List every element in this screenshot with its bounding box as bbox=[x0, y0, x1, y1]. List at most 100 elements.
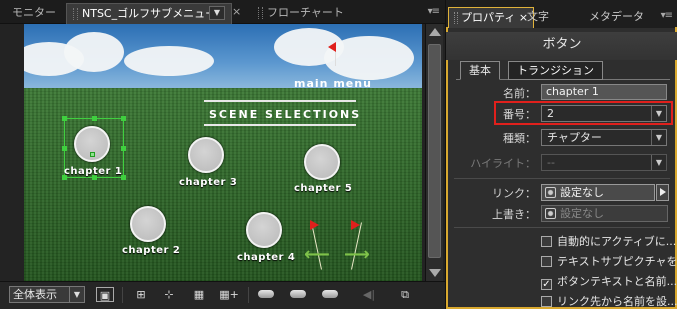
flag-icon bbox=[351, 220, 360, 230]
cloud bbox=[64, 32, 124, 72]
zoom-select-value: 全体表示 bbox=[13, 288, 57, 301]
chapter-3-label: chapter 3 bbox=[179, 177, 238, 188]
divider bbox=[122, 287, 123, 303]
number-label: 番号： bbox=[503, 108, 536, 121]
type-label: 種類： bbox=[503, 132, 536, 145]
editor-bottom-toolbar: 全体表示 ▼ ▣ ⊞ ⊹ ▦ ▦+ ◀| ⧉ bbox=[0, 281, 445, 309]
link-target-icon bbox=[545, 187, 556, 198]
flag-icon bbox=[310, 220, 319, 230]
chevron-down-icon: ▼ bbox=[651, 130, 666, 145]
tab-flowchart[interactable]: フローチャート bbox=[252, 3, 350, 24]
chapter-4-button[interactable] bbox=[246, 212, 282, 248]
name-field[interactable]: chapter 1 bbox=[541, 84, 667, 100]
grip-icon bbox=[73, 8, 78, 20]
next-arrow-icon[interactable]: ⟶ bbox=[344, 244, 370, 265]
link-label: リンク： bbox=[492, 187, 536, 200]
chapter-3-button[interactable] bbox=[188, 137, 224, 173]
scroll-thumb[interactable] bbox=[428, 44, 441, 258]
link-field[interactable]: 設定なし bbox=[541, 184, 655, 201]
override-field-value: 設定なし bbox=[560, 207, 604, 220]
menu-preview-canvas[interactable]: main menu SCENE SELECTIONS chapter 1 cha… bbox=[24, 24, 422, 281]
grid-add-icon[interactable]: ▦+ bbox=[218, 287, 240, 302]
resize-handle[interactable] bbox=[62, 146, 67, 151]
panel-menu-icon[interactable]: ▾≡ bbox=[428, 6, 440, 17]
editor-tab-bar: モニター NTSC_ゴルフサブメニュー ▼ × フローチャート ▾≡ bbox=[0, 0, 445, 24]
resize-handle[interactable] bbox=[121, 146, 126, 151]
previous-arrow-icon[interactable]: ⟵ bbox=[304, 244, 330, 265]
tab-text[interactable]: 文字 bbox=[522, 7, 554, 28]
divider bbox=[454, 227, 670, 228]
highlight-select-value: -- bbox=[547, 156, 555, 169]
cloud bbox=[124, 46, 214, 76]
button-shape-icon[interactable] bbox=[322, 290, 338, 298]
chapter-5-button[interactable] bbox=[304, 144, 340, 180]
anchor-handle[interactable] bbox=[90, 152, 95, 157]
previous-frame-icon[interactable]: ◀| bbox=[360, 287, 378, 302]
button-text-name-checkbox[interactable]: ✓ ボタンテキストと名前... bbox=[541, 273, 677, 290]
grid-icon[interactable]: ▦ bbox=[190, 287, 208, 302]
chevron-down-icon: ▼ bbox=[651, 106, 666, 121]
resize-handle[interactable] bbox=[92, 116, 97, 121]
resize-handle[interactable] bbox=[62, 116, 67, 121]
text-subpicture-checkbox[interactable]: テキストサブピクチャを... bbox=[541, 253, 677, 268]
tab-transition[interactable]: トランジション bbox=[508, 61, 603, 80]
checkbox-label: テキストサブピクチャを... bbox=[557, 255, 677, 268]
checkbox-box[interactable] bbox=[541, 296, 552, 307]
chevron-down-icon: ▼ bbox=[651, 155, 666, 170]
align-icon[interactable]: ⊞ bbox=[132, 287, 150, 302]
main-menu-link[interactable]: main menu bbox=[294, 77, 372, 90]
properties-tab-bar: プロパティ × 文字 メタデータ ▾≡ bbox=[446, 0, 677, 28]
tab-menu[interactable]: NTSC_ゴルフサブメニュー bbox=[66, 3, 232, 24]
panel-title: ボタン bbox=[446, 32, 677, 60]
cloud bbox=[324, 36, 414, 80]
chapter-4-label: chapter 4 bbox=[237, 252, 296, 263]
scroll-down-icon[interactable] bbox=[429, 269, 441, 277]
resize-handle[interactable] bbox=[121, 116, 126, 121]
zoom-select[interactable]: 全体表示 ▼ bbox=[9, 286, 85, 303]
number-select[interactable]: 2 ▼ bbox=[541, 105, 667, 122]
scroll-up-icon[interactable] bbox=[429, 28, 441, 36]
flag-icon bbox=[328, 42, 336, 52]
button-shape-icon[interactable] bbox=[258, 290, 274, 298]
play-icon[interactable] bbox=[656, 184, 669, 201]
tab-dropdown-button[interactable]: ▼ bbox=[209, 6, 225, 20]
tab-properties-label: プロパティ bbox=[461, 11, 516, 24]
button-shape-icon[interactable] bbox=[290, 290, 306, 298]
override-label: 上書き： bbox=[492, 208, 536, 221]
distribute-icon[interactable]: ⊹ bbox=[160, 287, 178, 302]
auto-activate-checkbox[interactable]: 自動的にアクティブに... bbox=[541, 233, 676, 248]
preview-icon[interactable]: ⧉ bbox=[396, 287, 414, 302]
safe-area-icon[interactable]: ▣ bbox=[96, 287, 114, 302]
tab-metadata[interactable]: メタデータ bbox=[584, 7, 649, 28]
chapter-1-label: chapter 1 bbox=[64, 166, 123, 177]
tab-menu-label: NTSC_ゴルフサブメニュー bbox=[82, 7, 217, 20]
tab-metadata-label: メタデータ bbox=[589, 10, 644, 23]
name-from-link-checkbox[interactable]: リンク先から名前を設... bbox=[541, 293, 677, 308]
tab-flowchart-label: フローチャート bbox=[267, 6, 344, 19]
chapter-2-button[interactable] bbox=[130, 206, 166, 242]
checkbox-box[interactable]: ✓ bbox=[541, 279, 552, 290]
tab-monitor[interactable]: モニター bbox=[6, 3, 62, 24]
divider bbox=[204, 124, 356, 126]
divider bbox=[248, 287, 249, 303]
property-subtabs: 基本 トランジション bbox=[456, 60, 670, 80]
tab-text-label: 文字 bbox=[527, 10, 549, 23]
highlight-select[interactable]: -- ▼ bbox=[541, 154, 667, 171]
checkbox-label: ボタンテキストと名前... bbox=[557, 275, 677, 288]
panel-menu-icon[interactable]: ▾≡ bbox=[661, 10, 673, 21]
override-field[interactable]: 設定なし bbox=[541, 205, 668, 222]
highlight-label: ハイライト： bbox=[470, 157, 536, 170]
properties-panel: プロパティ × 文字 メタデータ ▾≡ ボタン 基本 トランジション 名前： c… bbox=[445, 0, 677, 309]
type-select[interactable]: チャプター ▼ bbox=[541, 129, 667, 146]
chapter-2-label: chapter 2 bbox=[122, 245, 181, 256]
checkbox-label: 自動的にアクティブに... bbox=[557, 235, 677, 248]
tab-basic[interactable]: 基本 bbox=[460, 61, 500, 80]
number-select-value: 2 bbox=[547, 107, 554, 120]
checkbox-box[interactable] bbox=[541, 256, 552, 267]
menu-editor-panel: モニター NTSC_ゴルフサブメニュー ▼ × フローチャート ▾≡ main … bbox=[0, 0, 445, 309]
divider bbox=[454, 178, 670, 179]
checkbox-box[interactable] bbox=[541, 236, 552, 247]
close-icon[interactable]: × bbox=[232, 5, 241, 18]
vertical-scrollbar[interactable] bbox=[425, 24, 443, 281]
chapter-5-label: chapter 5 bbox=[294, 183, 353, 194]
